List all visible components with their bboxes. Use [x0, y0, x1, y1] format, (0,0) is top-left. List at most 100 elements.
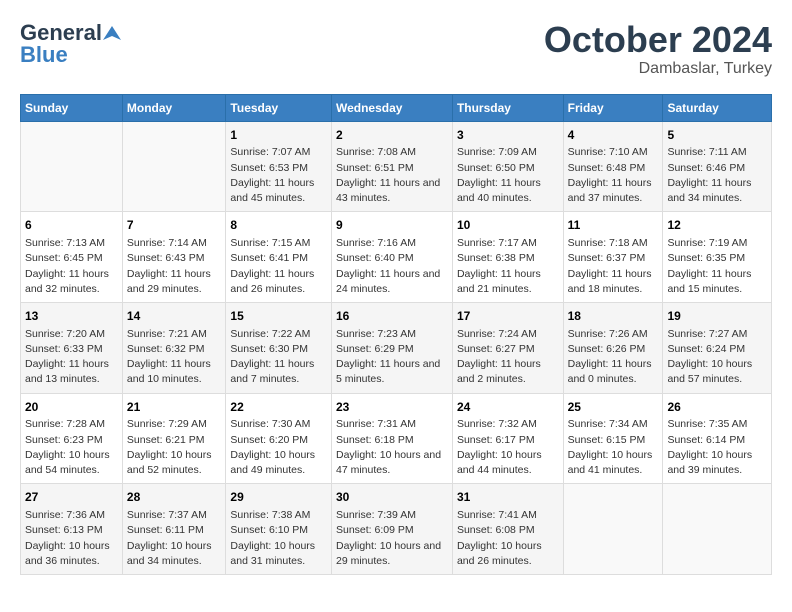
weekday-header: Sunday — [21, 94, 123, 121]
calendar-cell — [663, 484, 772, 575]
day-info: Sunrise: 7:34 AM Sunset: 6:15 PM Dayligh… — [568, 417, 659, 478]
day-number: 5 — [667, 127, 767, 144]
calendar-cell: 23Sunrise: 7:31 AM Sunset: 6:18 PM Dayli… — [331, 393, 452, 484]
calendar-cell: 12 Sunrise: 7:19 AM Sunset: 6:35 PM Dayli… — [663, 212, 772, 303]
day-number: 8 — [230, 217, 327, 234]
calendar-cell: 5Sunrise: 7:11 AM Sunset: 6:46 PM Daylig… — [663, 121, 772, 212]
day-number: 13 — [25, 308, 118, 325]
day-number: 25 — [568, 399, 659, 416]
calendar-cell: 30 Sunrise: 7:39 AM Sunset: 6:09 PM Dayli… — [331, 484, 452, 575]
day-number: 11 — [568, 217, 659, 234]
day-info: Sunrise: 7:31 AM Sunset: 6:18 PM Dayligh… — [336, 417, 448, 478]
day-number: 30 — [336, 489, 448, 506]
calendar-cell: 18 Sunrise: 7:26 AM Sunset: 6:26 PM Dayli… — [563, 302, 663, 393]
calendar-cell: 17 Sunrise: 7:24 AM Sunset: 6:27 PM Dayli… — [452, 302, 563, 393]
calendar-week-row: 1Sunrise: 7:07 AM Sunset: 6:53 PM Daylig… — [21, 121, 772, 212]
logo-bird-icon — [103, 24, 121, 42]
day-info: Sunrise: 7:20 AM Sunset: 6:33 PM Dayligh… — [25, 327, 118, 388]
calendar-cell: 20Sunrise: 7:28 AM Sunset: 6:23 PM Dayli… — [21, 393, 123, 484]
day-info: Sunrise: 7:24 AM Sunset: 6:27 PM Dayligh… — [457, 327, 559, 388]
day-number: 14 — [127, 308, 222, 325]
day-info: Sunrise: 7:17 AM Sunset: 6:38 PM Dayligh… — [457, 236, 559, 297]
day-info: Sunrise: 7:10 AM Sunset: 6:48 PM Dayligh… — [568, 145, 659, 206]
day-info: Sunrise: 7:11 AM Sunset: 6:46 PM Dayligh… — [667, 145, 767, 206]
calendar-cell: 1Sunrise: 7:07 AM Sunset: 6:53 PM Daylig… — [226, 121, 332, 212]
calendar-cell: 25Sunrise: 7:34 AM Sunset: 6:15 PM Dayli… — [563, 393, 663, 484]
calendar-week-row: 20Sunrise: 7:28 AM Sunset: 6:23 PM Dayli… — [21, 393, 772, 484]
day-number: 27 — [25, 489, 118, 506]
day-info: Sunrise: 7:35 AM Sunset: 6:14 PM Dayligh… — [667, 417, 767, 478]
page-header: General Blue October 2024 Dambaslar, Tur… — [20, 20, 772, 78]
month-title: October 2024 — [544, 20, 772, 60]
title-block: October 2024 Dambaslar, Turkey — [544, 20, 772, 78]
calendar-cell: 10Sunrise: 7:17 AM Sunset: 6:38 PM Dayli… — [452, 212, 563, 303]
calendar-cell: 29 Sunrise: 7:38 AM Sunset: 6:10 PM Dayli… — [226, 484, 332, 575]
day-info: Sunrise: 7:41 AM Sunset: 6:08 PM Dayligh… — [457, 508, 559, 569]
calendar-cell: 6 Sunrise: 7:13 AM Sunset: 6:45 PM Daylig… — [21, 212, 123, 303]
day-info: Sunrise: 7:36 AM Sunset: 6:13 PM Dayligh… — [25, 508, 118, 569]
calendar-cell: 14Sunrise: 7:21 AM Sunset: 6:32 PM Dayli… — [122, 302, 226, 393]
day-info: Sunrise: 7:32 AM Sunset: 6:17 PM Dayligh… — [457, 417, 559, 478]
day-number: 22 — [230, 399, 327, 416]
calendar-cell: 28 Sunrise: 7:37 AM Sunset: 6:11 PM Dayli… — [122, 484, 226, 575]
day-info: Sunrise: 7:13 AM Sunset: 6:45 PM Dayligh… — [25, 236, 118, 297]
day-number: 16 — [336, 308, 448, 325]
day-info: Sunrise: 7:38 AM Sunset: 6:10 PM Dayligh… — [230, 508, 327, 569]
day-info: Sunrise: 7:19 AM Sunset: 6:35 PM Dayligh… — [667, 236, 767, 297]
calendar-cell: 9Sunrise: 7:16 AM Sunset: 6:40 PM Daylig… — [331, 212, 452, 303]
day-number: 28 — [127, 489, 222, 506]
calendar-cell: 26Sunrise: 7:35 AM Sunset: 6:14 PM Dayli… — [663, 393, 772, 484]
calendar-cell: 11 Sunrise: 7:18 AM Sunset: 6:37 PM Dayli… — [563, 212, 663, 303]
weekday-header: Friday — [563, 94, 663, 121]
day-number: 18 — [568, 308, 659, 325]
calendar-cell: 27 Sunrise: 7:36 AM Sunset: 6:13 PM Dayli… — [21, 484, 123, 575]
calendar-week-row: 27 Sunrise: 7:36 AM Sunset: 6:13 PM Dayli… — [21, 484, 772, 575]
day-info: Sunrise: 7:29 AM Sunset: 6:21 PM Dayligh… — [127, 417, 222, 478]
day-info: Sunrise: 7:39 AM Sunset: 6:09 PM Dayligh… — [336, 508, 448, 569]
calendar-week-row: 6 Sunrise: 7:13 AM Sunset: 6:45 PM Daylig… — [21, 212, 772, 303]
day-number: 24 — [457, 399, 559, 416]
calendar-cell: 22Sunrise: 7:30 AM Sunset: 6:20 PM Dayli… — [226, 393, 332, 484]
day-info: Sunrise: 7:28 AM Sunset: 6:23 PM Dayligh… — [25, 417, 118, 478]
day-number: 1 — [230, 127, 327, 144]
day-info: Sunrise: 7:26 AM Sunset: 6:26 PM Dayligh… — [568, 327, 659, 388]
day-info: Sunrise: 7:14 AM Sunset: 6:43 PM Dayligh… — [127, 236, 222, 297]
calendar-cell: 13 Sunrise: 7:20 AM Sunset: 6:33 PM Dayli… — [21, 302, 123, 393]
day-number: 7 — [127, 217, 222, 234]
calendar-cell: 21Sunrise: 7:29 AM Sunset: 6:21 PM Dayli… — [122, 393, 226, 484]
calendar-cell: 4Sunrise: 7:10 AM Sunset: 6:48 PM Daylig… — [563, 121, 663, 212]
day-info: Sunrise: 7:08 AM Sunset: 6:51 PM Dayligh… — [336, 145, 448, 206]
day-number: 21 — [127, 399, 222, 416]
calendar-cell: 3Sunrise: 7:09 AM Sunset: 6:50 PM Daylig… — [452, 121, 563, 212]
day-number: 26 — [667, 399, 767, 416]
day-number: 6 — [25, 217, 118, 234]
weekday-header: Thursday — [452, 94, 563, 121]
day-number: 4 — [568, 127, 659, 144]
calendar-cell: 19 Sunrise: 7:27 AM Sunset: 6:24 PM Dayli… — [663, 302, 772, 393]
day-number: 19 — [667, 308, 767, 325]
day-info: Sunrise: 7:15 AM Sunset: 6:41 PM Dayligh… — [230, 236, 327, 297]
day-info: Sunrise: 7:18 AM Sunset: 6:37 PM Dayligh… — [568, 236, 659, 297]
calendar-cell — [21, 121, 123, 212]
weekday-header: Saturday — [663, 94, 772, 121]
calendar-header-row: SundayMondayTuesdayWednesdayThursdayFrid… — [21, 94, 772, 121]
day-number: 17 — [457, 308, 559, 325]
logo: General Blue — [20, 20, 121, 68]
calendar-cell: 2Sunrise: 7:08 AM Sunset: 6:51 PM Daylig… — [331, 121, 452, 212]
day-number: 29 — [230, 489, 327, 506]
location-title: Dambaslar, Turkey — [544, 60, 772, 78]
calendar-table: SundayMondayTuesdayWednesdayThursdayFrid… — [20, 94, 772, 575]
day-info: Sunrise: 7:27 AM Sunset: 6:24 PM Dayligh… — [667, 327, 767, 388]
day-info: Sunrise: 7:09 AM Sunset: 6:50 PM Dayligh… — [457, 145, 559, 206]
weekday-header: Tuesday — [226, 94, 332, 121]
day-info: Sunrise: 7:22 AM Sunset: 6:30 PM Dayligh… — [230, 327, 327, 388]
calendar-cell: 8 Sunrise: 7:15 AM Sunset: 6:41 PM Daylig… — [226, 212, 332, 303]
calendar-cell: 31Sunrise: 7:41 AM Sunset: 6:08 PM Dayli… — [452, 484, 563, 575]
calendar-cell: 7 Sunrise: 7:14 AM Sunset: 6:43 PM Daylig… — [122, 212, 226, 303]
day-info: Sunrise: 7:37 AM Sunset: 6:11 PM Dayligh… — [127, 508, 222, 569]
day-number: 12 — [667, 217, 767, 234]
calendar-cell: 16 Sunrise: 7:23 AM Sunset: 6:29 PM Dayli… — [331, 302, 452, 393]
day-info: Sunrise: 7:23 AM Sunset: 6:29 PM Dayligh… — [336, 327, 448, 388]
day-number: 3 — [457, 127, 559, 144]
day-number: 15 — [230, 308, 327, 325]
